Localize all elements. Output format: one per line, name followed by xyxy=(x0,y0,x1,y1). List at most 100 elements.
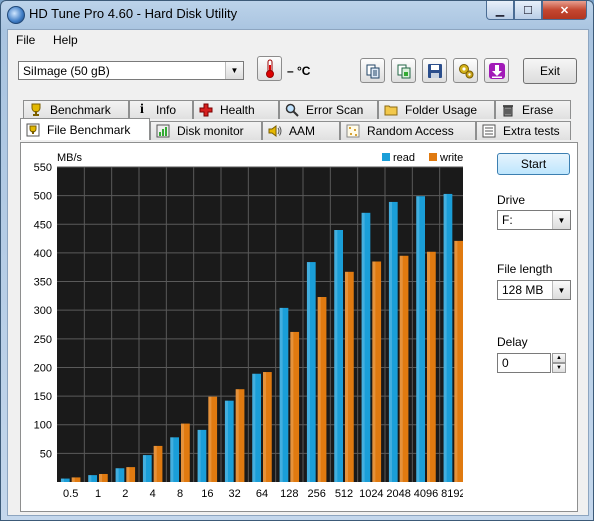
options-icon xyxy=(458,63,473,78)
bar-highlight xyxy=(399,255,403,482)
options-button[interactable] xyxy=(453,58,478,83)
close-icon: ✕ xyxy=(559,4,570,17)
start-button[interactable]: Start xyxy=(497,153,570,175)
minimize-button[interactable]: ▁ xyxy=(486,1,514,20)
disk-monitor-icon xyxy=(155,124,171,138)
tab-erase[interactable]: Erase xyxy=(495,100,571,119)
chevron-down-icon: ▼ xyxy=(552,281,570,299)
tab-disk-monitor[interactable]: Disk monitor xyxy=(150,121,262,140)
x-tick-label: 8192 xyxy=(441,488,463,500)
x-tick-label: 512 xyxy=(335,488,353,500)
x-tick-label: 4096 xyxy=(414,488,438,500)
file-length-select[interactable]: 128 MB ▼ xyxy=(497,280,571,300)
tab-benchmark[interactable]: Benchmark xyxy=(23,100,129,119)
bar-highlight xyxy=(454,240,458,482)
tab-random-access[interactable]: Random Access xyxy=(340,121,476,140)
bar-highlight xyxy=(208,396,212,482)
bar-highlight xyxy=(197,429,201,482)
x-tick-label: 2048 xyxy=(386,488,410,500)
y-tick-label: 150 xyxy=(34,391,52,403)
bar-highlight xyxy=(361,212,365,482)
file-benchmark-panel: 50 100 150 200 250 300 350 400 450 500 550 MB/s 0.5 1… xyxy=(20,142,578,512)
x-tick-label: 8 xyxy=(177,488,183,500)
tab-file-benchmark[interactable]: File Benchmark xyxy=(20,118,150,140)
tab-info-label: Info xyxy=(156,103,177,117)
y-tick-label: 100 xyxy=(34,420,52,432)
tab-folder-usage[interactable]: Folder Usage xyxy=(378,100,495,119)
minimize-icon: ▁ xyxy=(495,4,505,17)
tab-extra-tests[interactable]: Extra tests xyxy=(476,121,571,140)
tab-error-scan[interactable]: Error Scan xyxy=(279,100,378,119)
bar-highlight xyxy=(279,307,283,482)
x-tick-label: 32 xyxy=(229,488,241,500)
menu-file[interactable]: File xyxy=(16,33,35,47)
bar-highlight xyxy=(252,373,256,482)
copy-text-button[interactable] xyxy=(360,58,385,83)
exit-button[interactable]: Exit xyxy=(523,58,577,84)
menu-help[interactable]: Help xyxy=(53,33,78,47)
bar-highlight xyxy=(88,475,92,482)
copy-screenshot-button[interactable] xyxy=(391,58,416,83)
bar-highlight xyxy=(416,196,420,482)
bar-highlight xyxy=(345,271,349,482)
random-access-icon xyxy=(345,124,361,138)
title-bar[interactable]: HD Tune Pro 4.60 - Hard Disk Utility ▁ ☐… xyxy=(1,1,593,29)
legend-label: write xyxy=(439,152,463,164)
magnifier-icon xyxy=(284,103,300,117)
file-length-value: 128 MB xyxy=(502,283,544,297)
close-button[interactable]: ✕ xyxy=(542,1,587,20)
chevron-down-icon: ▼ xyxy=(225,62,243,79)
bar-highlight xyxy=(443,193,447,482)
client-area: File Help SiImage (50 gB) ▼ – °C Exit Be… xyxy=(7,29,589,516)
thermometer-icon xyxy=(265,59,274,78)
y-tick-label: 350 xyxy=(34,277,52,289)
bar-highlight xyxy=(306,262,310,482)
y-tick-label: 200 xyxy=(34,362,52,374)
bar-highlight xyxy=(153,445,157,482)
chevron-down-icon: ▼ xyxy=(552,211,570,229)
drive-label: Drive xyxy=(497,193,526,207)
info-icon: i xyxy=(140,102,144,117)
download-button[interactable] xyxy=(484,58,509,83)
drive-select[interactable]: SiImage (50 gB) ▼ xyxy=(18,61,244,80)
x-tick-label: 0.5 xyxy=(63,488,78,500)
y-tick-label: 300 xyxy=(34,305,52,317)
tab-health[interactable]: Health xyxy=(193,100,279,119)
delay-stepper[interactable]: ▲ ▼ xyxy=(552,353,566,373)
save-icon xyxy=(427,63,442,78)
tab-benchmark-label: Benchmark xyxy=(50,103,111,117)
bar-highlight xyxy=(60,478,64,482)
tab-extra-tests-label: Extra tests xyxy=(503,124,560,138)
y-tick-label: 250 xyxy=(34,334,52,346)
benchmark-chart: 50 100 150 200 250 300 350 400 450 500 550 MB/s 0.5 1… xyxy=(34,152,463,500)
stepper-down-icon[interactable]: ▼ xyxy=(552,363,566,373)
x-tick-label: 2 xyxy=(122,488,128,500)
bar-highlight xyxy=(71,477,75,482)
bar-highlight xyxy=(334,230,338,482)
tab-info[interactable]: i Info xyxy=(129,100,193,119)
tab-aam[interactable]: AAM xyxy=(262,121,340,140)
bar-highlight xyxy=(170,437,174,482)
download-icon xyxy=(488,62,505,79)
delay-input[interactable]: 0 xyxy=(497,353,551,373)
y-tick-label: 450 xyxy=(34,219,52,231)
window-title: HD Tune Pro 4.60 - Hard Disk Utility xyxy=(29,6,238,21)
x-tick-label: 256 xyxy=(307,488,325,500)
temperature-readout: – °C xyxy=(287,64,311,78)
health-cross-icon xyxy=(198,103,214,117)
maximize-button[interactable]: ☐ xyxy=(514,1,542,20)
tab-random-access-label: Random Access xyxy=(367,124,454,138)
temperature-button[interactable] xyxy=(257,56,282,81)
trash-icon xyxy=(500,103,516,117)
x-tick-label: 16 xyxy=(201,488,213,500)
bar-highlight xyxy=(142,455,146,482)
save-button[interactable] xyxy=(422,58,447,83)
y-tick-label: 50 xyxy=(40,448,52,460)
bar-highlight xyxy=(115,468,119,482)
drive-letter-value: F: xyxy=(502,213,513,227)
tab-file-benchmark-label: File Benchmark xyxy=(47,122,131,137)
stepper-up-icon[interactable]: ▲ xyxy=(552,353,566,363)
trophy-icon xyxy=(28,103,44,117)
drive-letter-select[interactable]: F: ▼ xyxy=(497,210,571,230)
bar-highlight xyxy=(99,473,103,482)
